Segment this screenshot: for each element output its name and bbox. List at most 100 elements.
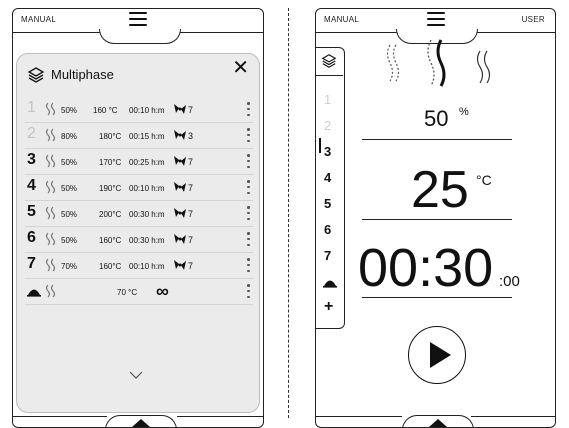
phase-time: 00:15 h:m — [129, 132, 165, 141]
humidity-value[interactable]: 50 — [424, 106, 448, 132]
play-icon — [430, 342, 451, 368]
sidebar-layers-tab[interactable] — [316, 48, 343, 76]
start-button[interactable] — [408, 326, 466, 384]
row-options-icon[interactable] — [247, 128, 251, 142]
phase-number: 3 — [27, 151, 36, 168]
steam-medium-icon[interactable] — [424, 37, 450, 89]
phase-temperature: 190°C — [99, 184, 122, 193]
phase-number: 7 — [27, 255, 36, 272]
phase-time: 00:10 h:m — [129, 262, 165, 271]
phase-temperature: 160 °C — [93, 106, 118, 115]
chevron-down-icon[interactable] — [129, 370, 143, 380]
phase-row[interactable]: 7 70% 160°C 00:10 h:m 7 — [25, 254, 253, 279]
phase-fan-speed: 7 — [188, 157, 194, 167]
up-arrow-icon — [132, 419, 150, 427]
hold-cloche-icon[interactable] — [323, 276, 337, 288]
layers-icon — [321, 54, 337, 68]
phase-humidity: 70% — [61, 262, 78, 271]
phase-temperature: 180°C — [99, 132, 122, 141]
steam-icon — [45, 284, 56, 298]
phase-time: 00:30 h:m — [129, 236, 165, 245]
steam-icon — [45, 232, 56, 246]
row-options-icon[interactable] — [247, 102, 251, 116]
phase-temperature: 170°C — [99, 158, 122, 167]
sidebar-item-phase[interactable]: 6 — [324, 222, 338, 237]
row-options-icon[interactable] — [247, 284, 251, 298]
row-options-icon[interactable] — [247, 180, 251, 194]
steam-icon — [45, 258, 56, 272]
fan-icon — [174, 182, 186, 192]
sidebar-item-phase[interactable]: 4 — [324, 170, 338, 185]
temperature-unit: °C — [476, 172, 492, 188]
phase-fan-speed: 7 — [188, 261, 194, 271]
temperature-value[interactable]: 25 — [411, 164, 469, 216]
fan-icon — [174, 104, 186, 114]
up-arrow-icon — [429, 419, 447, 427]
sidebar-item-phase[interactable]: 5 — [324, 196, 338, 211]
steam-icon — [45, 206, 56, 220]
phase-number: 1 — [27, 99, 36, 116]
hamburger-menu-icon[interactable] — [129, 12, 147, 26]
fan-icon — [174, 260, 186, 270]
phase-time: 00:10 h:m — [129, 106, 165, 115]
steam-high-icon[interactable] — [474, 49, 494, 85]
close-icon[interactable]: ✕ — [232, 58, 249, 78]
humidity-underline — [362, 139, 512, 141]
phase-sidebar: 1 2 3 4 5 6 7 + — [316, 47, 345, 329]
add-phase-button[interactable]: + — [324, 298, 338, 316]
steam-icon — [45, 180, 56, 194]
steam-low-icon[interactable] — [384, 43, 402, 83]
fan-icon — [174, 234, 186, 244]
row-options-icon[interactable] — [247, 258, 251, 272]
phase-humidity: 50% — [61, 210, 78, 219]
header-line-right — [179, 32, 263, 34]
humidity-unit: % — [459, 106, 469, 118]
mode-label: MANUAL — [21, 15, 57, 24]
phase-temperature: 200°C — [99, 210, 122, 219]
home-tab[interactable] — [402, 415, 474, 427]
header-line-left — [13, 32, 101, 34]
phase-humidity: 50% — [61, 158, 78, 167]
phase-row[interactable]: 1 50% 160 °C 00:10 h:m 7 — [25, 98, 253, 123]
phase-humidity: 50% — [61, 184, 78, 193]
row-options-icon[interactable] — [247, 206, 251, 220]
panel-divider — [288, 8, 289, 418]
manual-cooking-screen: MANUAL USER 1234567 + 50 % 25 °C 00:30:… — [315, 8, 556, 428]
time-value[interactable]: 00:30 — [358, 241, 493, 295]
sidebar-item-phase[interactable]: 7 — [324, 248, 338, 263]
multiphase-screen: MANUAL Multiphase ✕ 1 50% 160 °C 00:10 h:m 7… — [12, 8, 264, 428]
phase-number: 6 — [27, 229, 36, 246]
active-phase-marker — [319, 138, 321, 153]
phase-humidity: 50% — [61, 236, 78, 245]
sidebar-item-phase[interactable]: 2 — [324, 118, 338, 133]
row-options-icon[interactable] — [247, 154, 251, 168]
hold-cloche-icon — [27, 289, 41, 297]
phase-fan-speed: 3 — [188, 131, 194, 141]
hold-temperature: 70 °C — [117, 288, 138, 297]
sidebar-item-phase[interactable]: 1 — [324, 92, 338, 107]
phase-row[interactable]: 2 80% 180°C 00:15 h:m 3 — [25, 124, 253, 149]
home-tab[interactable] — [105, 415, 177, 427]
phase-fan-speed: 7 — [188, 183, 194, 193]
hold-phase-row[interactable]: 70 °C ∞ — [25, 280, 253, 305]
phase-number: 2 — [27, 125, 36, 142]
fan-icon — [174, 208, 186, 218]
menu-tab[interactable] — [99, 29, 181, 44]
fan-icon — [174, 130, 186, 140]
sidebar-item-phase[interactable]: 3 — [324, 144, 338, 159]
time-seconds: :00 — [499, 273, 520, 290]
row-options-icon[interactable] — [247, 232, 251, 246]
user-label[interactable]: USER — [522, 15, 545, 24]
phase-row[interactable]: 5 50% 200°C 00:30 h:m 7 — [25, 202, 253, 227]
fan-icon — [174, 156, 186, 166]
popup-title: Multiphase — [51, 67, 114, 82]
phase-humidity: 50% — [61, 106, 78, 115]
phase-time: 00:25 h:m — [129, 158, 165, 167]
phase-row[interactable]: 3 50% 170°C 00:25 h:m 7 — [25, 150, 253, 175]
header-line-right — [476, 32, 555, 34]
phase-temperature: 160°C — [99, 236, 122, 245]
hamburger-menu-icon[interactable] — [427, 12, 445, 26]
temperature-underline — [362, 219, 512, 221]
phase-row[interactable]: 6 50% 160°C 00:30 h:m 7 — [25, 228, 253, 253]
phase-row[interactable]: 4 50% 190°C 00:10 h:m 7 — [25, 176, 253, 201]
